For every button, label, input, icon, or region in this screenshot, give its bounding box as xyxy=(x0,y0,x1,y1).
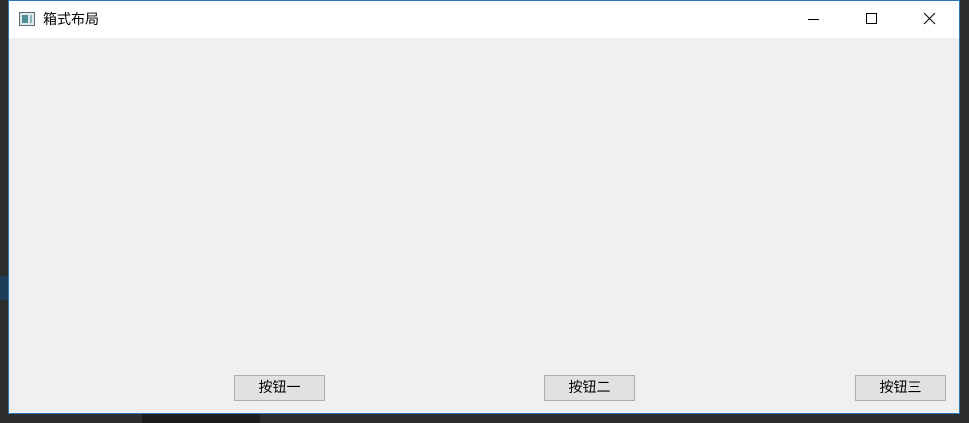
button-three[interactable]: 按钮三 xyxy=(855,375,946,401)
main-window: 箱式布局 按钮一 按钮二 按钮三 xyxy=(8,0,960,414)
title-bar[interactable]: 箱式布局 xyxy=(9,1,959,38)
close-button[interactable] xyxy=(901,1,959,38)
close-icon xyxy=(923,12,936,25)
button-one[interactable]: 按钮一 xyxy=(234,375,325,401)
minimize-button[interactable] xyxy=(785,1,843,38)
client-area: 按钮一 按钮二 按钮三 xyxy=(9,38,959,413)
maximize-icon xyxy=(866,13,877,24)
minimize-icon xyxy=(808,19,819,20)
window-title: 箱式布局 xyxy=(43,12,99,28)
app-window-icon[interactable] xyxy=(19,12,35,26)
maximize-button[interactable] xyxy=(843,1,901,38)
background-taskbar-fragment xyxy=(142,414,260,423)
button-two[interactable]: 按钮二 xyxy=(544,375,635,401)
